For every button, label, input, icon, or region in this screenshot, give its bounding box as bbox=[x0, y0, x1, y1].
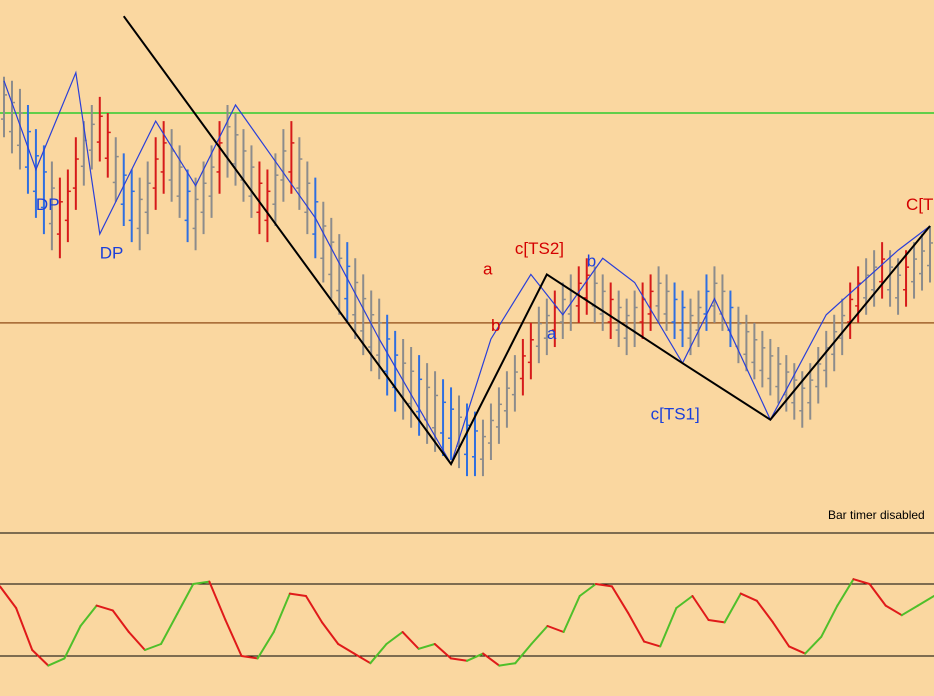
osc-segment bbox=[47, 657, 66, 667]
wave-label: a bbox=[547, 324, 557, 343]
osc-segment bbox=[176, 583, 195, 615]
chart: DP DP c[TS2] a b b a c[TS1] C[T bbox=[0, 0, 934, 691]
osc-segment bbox=[31, 649, 50, 667]
osc-segment bbox=[95, 604, 114, 612]
osc-segment bbox=[111, 609, 130, 633]
wave-label: c[TS2] bbox=[515, 239, 564, 258]
osc-segment bbox=[208, 580, 227, 621]
osc-segment bbox=[900, 604, 919, 617]
osc-segment bbox=[369, 643, 388, 665]
osc-segment bbox=[530, 625, 549, 645]
osc-segment bbox=[836, 578, 855, 607]
osc-segment bbox=[15, 607, 34, 651]
osc-segment bbox=[321, 621, 340, 645]
osc-segment bbox=[627, 611, 646, 643]
osc-segment bbox=[482, 652, 501, 667]
wave-label: b bbox=[491, 316, 500, 335]
osc-segment bbox=[449, 657, 468, 662]
osc-segment bbox=[337, 643, 356, 655]
osc-segment bbox=[0, 585, 18, 609]
osc-segment bbox=[723, 592, 742, 624]
wave-label: a bbox=[483, 259, 493, 278]
osc-segment bbox=[771, 621, 791, 648]
osc-segment bbox=[546, 625, 565, 633]
osc-segment bbox=[304, 595, 324, 624]
osc-segment bbox=[804, 635, 823, 655]
osc-segment bbox=[256, 631, 275, 660]
osc-segment bbox=[643, 640, 662, 648]
osc-segment bbox=[788, 645, 807, 655]
osc-segment bbox=[707, 619, 726, 624]
osc-segment bbox=[417, 643, 436, 650]
osc-segment bbox=[498, 662, 517, 667]
osc-segment bbox=[755, 599, 774, 624]
osc-segment bbox=[224, 619, 243, 657]
wave-label: DP bbox=[100, 243, 124, 262]
osc-segment bbox=[659, 607, 678, 648]
osc-segment bbox=[63, 625, 82, 660]
osc-segment bbox=[466, 652, 485, 662]
osc-segment bbox=[288, 592, 307, 597]
wave-label: C[T bbox=[906, 195, 933, 214]
osc-segment bbox=[578, 583, 597, 597]
wave-label: b bbox=[587, 251, 596, 270]
osc-segment bbox=[852, 578, 871, 585]
osc-segment bbox=[272, 592, 291, 633]
osc-segment bbox=[868, 583, 887, 607]
osc-segment bbox=[401, 631, 420, 650]
chart-svg: DP DP c[TS2] a b b a c[TS1] C[T bbox=[0, 15, 934, 667]
osc-segment bbox=[610, 585, 630, 614]
osc-segment bbox=[143, 643, 163, 651]
wave-label: DP bbox=[36, 195, 60, 214]
osc-segment bbox=[514, 643, 533, 665]
osc-segment bbox=[820, 604, 839, 638]
osc-segment bbox=[79, 604, 98, 627]
osc-segment bbox=[127, 631, 146, 651]
osc-segment bbox=[675, 595, 694, 609]
osc-segment bbox=[160, 613, 179, 645]
osc-segment bbox=[739, 592, 758, 602]
osc-segment bbox=[562, 595, 581, 633]
osc-segment bbox=[884, 604, 903, 617]
bar-timer-status: Bar timer disabled bbox=[828, 508, 925, 522]
osc-segment bbox=[916, 595, 934, 607]
osc-segment bbox=[385, 631, 404, 645]
osc-segment bbox=[691, 595, 710, 621]
osc-segment bbox=[353, 652, 372, 665]
wave-label: c[TS1] bbox=[651, 405, 700, 424]
